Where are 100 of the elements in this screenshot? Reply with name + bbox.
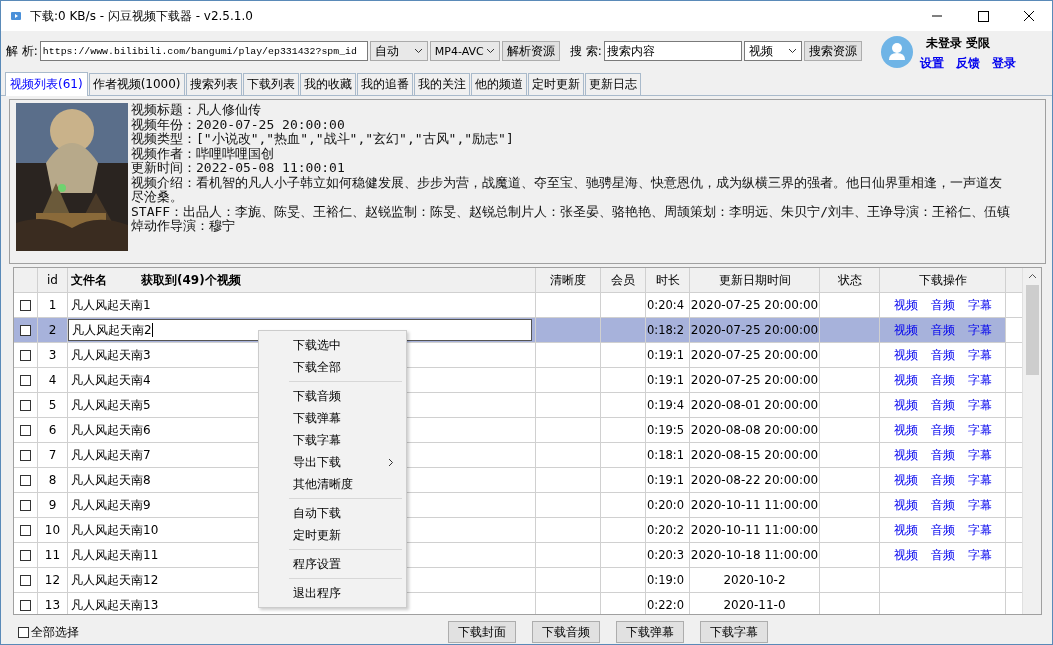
type-dropdown[interactable]: 视频 <box>743 41 802 61</box>
table-cell[interactable]: 4 <box>38 368 68 392</box>
download-button[interactable]: 下载音频 <box>532 621 600 643</box>
download-link[interactable]: 音频 <box>930 421 955 439</box>
tab[interactable]: 我的关注 <box>413 73 470 95</box>
row-checkbox[interactable] <box>20 474 31 486</box>
url-field[interactable]: https://www.bilibili.com/bangumi/play/ep331432?spm_id <box>39 41 368 61</box>
mode-dropdown[interactable]: 自动 <box>369 41 428 61</box>
download-link[interactable]: 视频 <box>893 446 918 464</box>
column-header[interactable]: 时长 <box>646 268 690 292</box>
download-button[interactable]: 下载封面 <box>448 621 516 643</box>
column-header[interactable]: 状态 <box>820 268 880 292</box>
download-link[interactable]: 视频 <box>893 346 918 364</box>
table-cell[interactable]: 13 <box>38 593 68 614</box>
menu-item[interactable]: 下载音频 <box>259 385 406 407</box>
menu-item[interactable]: 定时更新 <box>259 524 406 546</box>
menu-item[interactable]: 下载弹幕 <box>259 407 406 429</box>
download-link[interactable]: 视频 <box>893 496 918 514</box>
menu-item[interactable]: 自动下载 <box>259 502 406 524</box>
download-link[interactable]: 字幕 <box>967 296 992 314</box>
column-header[interactable]: id <box>38 268 68 292</box>
account-link[interactable]: 设置 <box>920 55 944 72</box>
column-header[interactable]: 文件名 <box>71 271 107 289</box>
codec-dropdown[interactable]: MP4-AVC <box>429 41 500 61</box>
table-cell[interactable]: 6 <box>38 418 68 442</box>
tab[interactable]: 我的收藏 <box>299 73 356 95</box>
search-field[interactable]: 搜索内容 <box>603 41 742 61</box>
tab[interactable]: 视频列表(61) <box>5 72 88 96</box>
search-button[interactable]: 搜索资源 <box>803 41 862 61</box>
tab[interactable]: 他的频道 <box>470 73 527 95</box>
tab[interactable]: 下载列表 <box>242 73 299 95</box>
table-cell[interactable]: 7 <box>38 443 68 467</box>
download-link[interactable]: 视频 <box>893 421 918 439</box>
download-link[interactable]: 字幕 <box>967 446 992 464</box>
menu-item[interactable]: 下载字幕 <box>259 429 406 451</box>
menu-item[interactable]: 下载全部 <box>259 356 406 378</box>
download-link[interactable]: 音频 <box>930 296 955 314</box>
menu-item[interactable]: 导出下载 <box>259 451 406 473</box>
table-cell[interactable]: 3 <box>38 343 68 367</box>
account-link[interactable]: 登录 <box>992 55 1016 72</box>
row-checkbox[interactable] <box>20 399 31 411</box>
menu-item[interactable]: 其他清晰度 <box>259 473 406 495</box>
download-link[interactable]: 音频 <box>930 471 955 489</box>
download-button[interactable]: 下载弹幕 <box>616 621 684 643</box>
download-link[interactable]: 音频 <box>930 396 955 414</box>
row-checkbox[interactable] <box>20 499 31 511</box>
download-link[interactable]: 音频 <box>930 521 955 539</box>
select-all-checkbox[interactable] <box>18 626 29 638</box>
download-link[interactable]: 视频 <box>893 321 918 339</box>
download-link[interactable]: 音频 <box>930 321 955 339</box>
row-checkbox[interactable] <box>20 549 31 561</box>
table-cell[interactable]: 8 <box>38 468 68 492</box>
tab[interactable]: 定时更新 <box>527 73 584 95</box>
scroll-thumb[interactable] <box>1025 285 1039 375</box>
download-link[interactable]: 视频 <box>893 296 918 314</box>
download-link[interactable]: 字幕 <box>967 321 992 339</box>
download-link[interactable]: 音频 <box>930 496 955 514</box>
download-link[interactable]: 音频 <box>930 546 955 564</box>
tab[interactable]: 更新日志 <box>584 73 641 95</box>
download-link[interactable]: 视频 <box>893 546 918 564</box>
table-cell[interactable]: 2 <box>38 318 68 342</box>
tab[interactable]: 我的追番 <box>356 73 413 95</box>
menu-item[interactable]: 退出程序 <box>259 582 406 604</box>
row-checkbox[interactable] <box>20 299 31 311</box>
table-cell[interactable]: 9 <box>38 493 68 517</box>
download-link[interactable]: 字幕 <box>967 546 992 564</box>
menu-item[interactable]: 程序设置 <box>259 553 406 575</box>
table-cell[interactable]: 1 <box>38 293 68 317</box>
scrollbar[interactable] <box>1022 268 1041 614</box>
download-link[interactable]: 字幕 <box>967 346 992 364</box>
account-link[interactable]: 反馈 <box>956 55 980 72</box>
download-link[interactable]: 字幕 <box>967 421 992 439</box>
row-checkbox[interactable] <box>20 449 31 461</box>
table-cell[interactable]: 5 <box>38 393 68 417</box>
download-link[interactable]: 字幕 <box>967 521 992 539</box>
tab[interactable]: 搜索列表 <box>185 73 242 95</box>
select-all-label[interactable]: 全部选择 <box>31 623 79 641</box>
download-link[interactable]: 视频 <box>893 371 918 389</box>
column-header[interactable]: 清晰度 <box>536 268 601 292</box>
menu-item[interactable]: 下载选中 <box>259 334 406 356</box>
tab[interactable]: 作者视频(1000) <box>88 73 185 95</box>
row-checkbox[interactable] <box>20 599 31 611</box>
download-button[interactable]: 下载字幕 <box>700 621 768 643</box>
download-link[interactable]: 字幕 <box>967 371 992 389</box>
download-link[interactable]: 字幕 <box>967 496 992 514</box>
download-link[interactable]: 字幕 <box>967 471 992 489</box>
download-link[interactable]: 音频 <box>930 371 955 389</box>
table-cell[interactable]: 10 <box>38 518 68 542</box>
row-checkbox[interactable] <box>20 324 31 336</box>
column-header[interactable]: 下载操作 <box>880 268 1006 292</box>
table-cell[interactable]: 12 <box>38 568 68 592</box>
download-link[interactable]: 字幕 <box>967 396 992 414</box>
download-link[interactable]: 视频 <box>893 471 918 489</box>
row-checkbox[interactable] <box>20 374 31 386</box>
download-link[interactable]: 音频 <box>930 346 955 364</box>
row-checkbox[interactable] <box>20 349 31 361</box>
row-checkbox[interactable] <box>20 574 31 586</box>
parse-button[interactable]: 解析资源 <box>501 41 560 61</box>
download-link[interactable]: 音频 <box>930 446 955 464</box>
row-checkbox[interactable] <box>20 524 31 536</box>
